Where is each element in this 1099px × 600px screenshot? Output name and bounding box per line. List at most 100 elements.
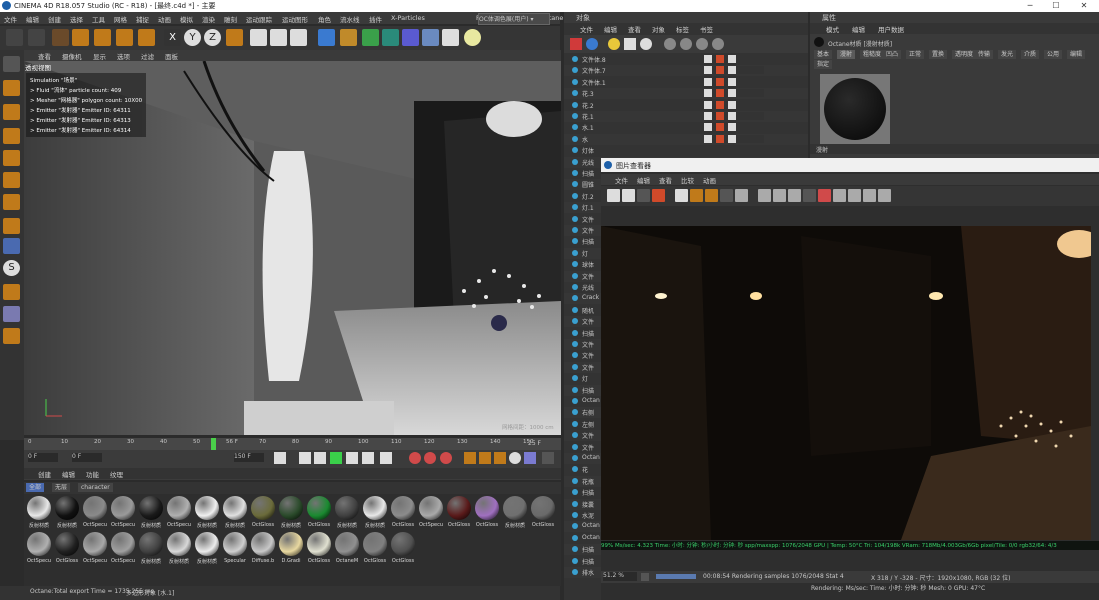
- material-swatch[interactable]: Specular: [222, 532, 248, 566]
- material-swatch[interactable]: 反射材质: [502, 496, 528, 530]
- picture-viewer-tool-icon[interactable]: [705, 189, 718, 202]
- live-selection-icon[interactable]: [52, 29, 69, 46]
- workplane-icon[interactable]: [3, 128, 20, 144]
- paint-icon[interactable]: [3, 328, 20, 344]
- picture-viewer-tool-icon[interactable]: [622, 189, 635, 202]
- object-row[interactable]: 花.3: [564, 88, 808, 100]
- picture-viewer-tool-icon[interactable]: [803, 189, 816, 202]
- play-icon[interactable]: [330, 452, 342, 464]
- end-frame-field[interactable]: 150 F: [234, 453, 264, 462]
- polygons-mode-icon[interactable]: [3, 194, 20, 210]
- viewport-menu-0[interactable]: 查看: [38, 51, 51, 61]
- attribute-tab-9[interactable]: 介质: [1021, 50, 1040, 59]
- goto-end-icon[interactable]: [380, 452, 392, 464]
- cube-icon[interactable]: [318, 29, 335, 46]
- rotate-icon[interactable]: [116, 29, 133, 46]
- maximize-button[interactable]: ☐: [1046, 0, 1066, 12]
- menu-item-5[interactable]: 网格: [114, 14, 127, 24]
- autokey-icon[interactable]: [424, 452, 436, 464]
- picture-viewer-tool-icon[interactable]: [675, 189, 688, 202]
- attribute-menu-1[interactable]: 编辑: [852, 24, 865, 34]
- picture-viewer-menu-4[interactable]: 动画: [703, 175, 716, 185]
- material-swatch[interactable]: 反射材质: [194, 532, 220, 566]
- menu-item-14[interactable]: 流水线: [340, 14, 360, 24]
- picture-viewer-tool-icon[interactable]: [863, 189, 876, 202]
- picture-viewer-tool-icon[interactable]: [848, 189, 861, 202]
- layout-select[interactable]: OC体调色展(用户) ▾: [478, 13, 550, 25]
- light-icon[interactable]: [464, 29, 481, 46]
- material-swatch[interactable]: 反射材质: [54, 496, 80, 530]
- attribute-tab-6[interactable]: 透明度: [952, 50, 977, 59]
- material-swatch[interactable]: Diffuse.b: [250, 532, 276, 566]
- object-row[interactable]: 文件体.1: [564, 76, 808, 88]
- axis-mode-icon[interactable]: [3, 218, 20, 234]
- move-alt-icon[interactable]: [138, 29, 155, 46]
- menu-item-13[interactable]: 角色: [318, 14, 331, 24]
- material-swatch[interactable]: OctGloss: [250, 496, 276, 530]
- render-picture-viewer-icon[interactable]: [270, 29, 287, 46]
- edges-mode-icon[interactable]: [3, 172, 20, 188]
- minimize-button[interactable]: ─: [1020, 0, 1040, 12]
- picture-viewer-tool-icon[interactable]: [607, 189, 620, 202]
- material-menu-0[interactable]: 创建: [38, 469, 51, 479]
- material-swatch[interactable]: OctSpecu: [82, 496, 108, 530]
- attribute-tab-5[interactable]: 置换: [929, 50, 948, 59]
- next-key-icon[interactable]: [346, 452, 358, 464]
- material-layer-tab-1[interactable]: 无层: [52, 483, 71, 492]
- viewport-menu-2[interactable]: 显示: [93, 51, 106, 61]
- material-swatch[interactable]: 反射材质: [138, 496, 164, 530]
- material-swatch[interactable]: OctSpecu: [166, 496, 192, 530]
- tweak-mode-icon[interactable]: [3, 238, 20, 254]
- material-swatch[interactable]: 反射材质: [362, 496, 388, 530]
- timeline-options-icon[interactable]: [542, 452, 554, 464]
- picture-viewer-tool-icon[interactable]: [818, 189, 831, 202]
- material-swatch[interactable]: OctGloss: [362, 532, 388, 566]
- material-swatch[interactable]: OctGloss: [306, 532, 332, 566]
- picture-viewer-tool-icon[interactable]: [690, 189, 703, 202]
- menu-item-3[interactable]: 选择: [70, 14, 83, 24]
- render-view-icon[interactable]: [250, 29, 267, 46]
- picture-viewer-tool-icon[interactable]: [758, 189, 771, 202]
- close-button[interactable]: ✕: [1074, 0, 1094, 12]
- undo-icon[interactable]: [6, 29, 23, 46]
- attribute-tab-11[interactable]: 编辑: [1067, 50, 1086, 59]
- picture-viewer-tool-icon[interactable]: [735, 189, 748, 202]
- object-menu-2[interactable]: 查看: [628, 24, 641, 34]
- zoom-slider-icon[interactable]: [641, 573, 649, 581]
- picture-viewer-tool-icon[interactable]: [720, 189, 733, 202]
- material-swatch[interactable]: 反射材质: [138, 532, 164, 566]
- goto-start-icon[interactable]: [274, 452, 286, 464]
- octane-light-icon[interactable]: [608, 38, 620, 50]
- attribute-tab-7[interactable]: 传输: [975, 50, 994, 59]
- menu-item-2[interactable]: 创建: [48, 14, 61, 24]
- attribute-tab-0[interactable]: 基本: [814, 50, 833, 59]
- menu-item-0[interactable]: 文件: [4, 14, 17, 24]
- position-key-icon[interactable]: [464, 452, 476, 464]
- octane-live-icon[interactable]: [586, 38, 598, 50]
- start-frame-field[interactable]: 0 F: [72, 453, 102, 462]
- material-swatch[interactable]: 反射材质: [278, 496, 304, 530]
- render-settings-icon[interactable]: [290, 29, 307, 46]
- octane-sky-icon[interactable]: [640, 38, 652, 50]
- menu-item-16[interactable]: X-Particles: [391, 14, 425, 22]
- perspective-viewport[interactable]: 透视视图 Simulation "场景" > Fluid "流体" particl…: [24, 61, 561, 435]
- picture-viewer-tool-icon[interactable]: [878, 189, 891, 202]
- material-swatch[interactable]: 反射材质: [334, 496, 360, 530]
- material-swatch[interactable]: OctSpecu: [418, 496, 444, 530]
- picture-viewer-tool-icon[interactable]: [833, 189, 846, 202]
- material-swatch[interactable]: OctGloss: [306, 496, 332, 530]
- picture-viewer-tool-icon[interactable]: [773, 189, 786, 202]
- pla-key-icon[interactable]: [524, 452, 536, 464]
- material-swatch[interactable]: OctGloss: [530, 496, 556, 530]
- material-swatch[interactable]: 反射材质: [26, 496, 52, 530]
- attribute-menu-2[interactable]: 用户数据: [878, 24, 904, 34]
- y-axis-icon[interactable]: Y: [184, 29, 201, 46]
- attribute-menu-0[interactable]: 模式: [826, 24, 839, 34]
- object-row[interactable]: 花.2: [564, 99, 808, 111]
- timeline-ruler[interactable]: 0 10 20 30 40 50 56 F 70 80 90 100 110 120 130 140 150: [24, 438, 561, 450]
- octane-mix-icon[interactable]: [712, 38, 724, 50]
- model-mode-icon[interactable]: [3, 80, 20, 96]
- scale-icon[interactable]: [94, 29, 111, 46]
- material-swatch[interactable]: OctaneM: [334, 532, 360, 566]
- menu-item-15[interactable]: 插件: [369, 14, 382, 24]
